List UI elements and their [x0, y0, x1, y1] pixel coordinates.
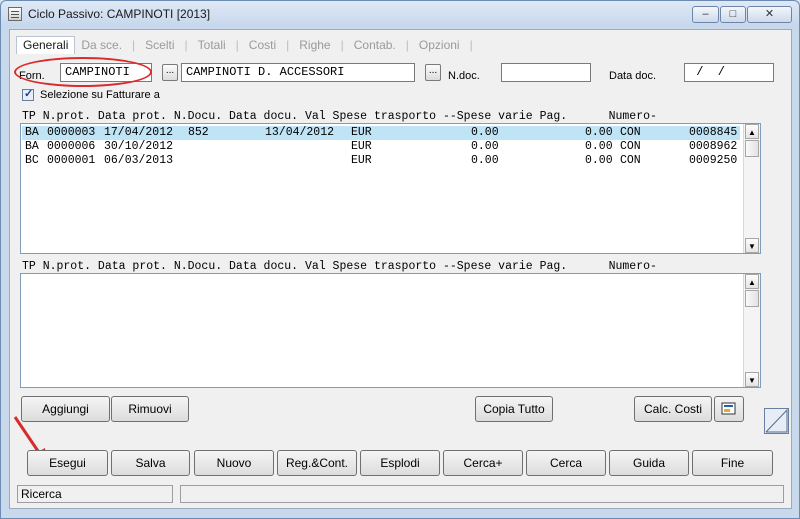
datadoc-label: Data doc. [609, 70, 657, 82]
tab-scelti[interactable]: Scelti [139, 38, 180, 52]
report-icon-button[interactable] [714, 396, 744, 422]
report-icon [721, 402, 736, 415]
fatturare-checkbox[interactable]: ✓ [22, 88, 34, 101]
reg-cont-button[interactable]: Reg.&Cont. [277, 450, 357, 476]
esegui-button[interactable]: Esegui [27, 450, 108, 476]
rimuovi-button[interactable]: Rimuovi [111, 396, 189, 422]
datadoc-field[interactable]: / / [684, 63, 774, 82]
scroll-up-icon[interactable]: ▲ [745, 124, 759, 139]
scroll-down-icon[interactable]: ▼ [745, 372, 759, 387]
forn-name-field[interactable]: CAMPINOTI D. ACCESSORI [181, 63, 415, 82]
ndoc-label: N.doc. [448, 70, 480, 82]
close-button[interactable]: ✕ [747, 6, 792, 23]
top-grid-header: TP N.prot. Data prot. N.Docu. Data docu.… [22, 110, 657, 123]
scroll-down-icon[interactable]: ▼ [745, 238, 759, 253]
salva-button[interactable]: Salva [111, 450, 190, 476]
scroll-thumb[interactable] [745, 140, 759, 157]
bottom-grid-header: TP N.prot. Data prot. N.Docu. Data docu.… [22, 260, 657, 273]
calc-costi-button[interactable]: Calc. Costi [634, 396, 712, 422]
tab-bar: Generali Da sce. | Scelti | Totali | Cos… [16, 36, 477, 54]
bottom-grid[interactable]: ▲ ▼ [20, 273, 761, 388]
table-row[interactable]: BA 0000006 30/10/2012 EUR 0.00 0.00 CON … [22, 140, 740, 154]
cerca-plus-button[interactable]: Cerca+ [443, 450, 523, 476]
guida-button[interactable]: Guida [609, 450, 689, 476]
tab-costi[interactable]: Costi [243, 38, 282, 52]
top-grid-scrollbar[interactable]: ▲ ▼ [743, 124, 760, 253]
minimize-button[interactable]: – [692, 6, 719, 23]
forn-lookup-button[interactable]: ... [162, 64, 178, 81]
fine-button[interactable]: Fine [692, 450, 773, 476]
tab-generali[interactable]: Generali [16, 36, 76, 54]
scroll-thumb[interactable] [745, 290, 759, 307]
tab-totali[interactable]: Totali [192, 38, 232, 52]
top-grid[interactable]: BA 0000003 17/04/2012 852 13/04/2012 EUR… [20, 123, 761, 254]
tab-da-sce[interactable]: Da sce. [75, 38, 128, 52]
title-bar[interactable]: Ciclo Passivo: CAMPINOTI [2013] – □ ✕ [1, 1, 799, 27]
maximize-button[interactable]: □ [720, 6, 746, 23]
esplodi-button[interactable]: Esplodi [360, 450, 440, 476]
checkmark-icon: ✓ [24, 88, 34, 100]
app-icon [8, 7, 22, 21]
tab-righe[interactable]: Righe [293, 38, 336, 52]
nuovo-button[interactable]: Nuovo [194, 450, 274, 476]
copia-tutto-button[interactable]: Copia Tutto [475, 396, 553, 422]
cerca-button[interactable]: Cerca [526, 450, 606, 476]
resize-corner-icon[interactable] [764, 408, 789, 434]
tab-contab[interactable]: Contab. [348, 38, 402, 52]
status-left: Ricerca [17, 485, 173, 503]
table-row[interactable]: BC 0000001 06/03/2013 EUR 0.00 0.00 CON … [22, 154, 740, 168]
scroll-up-icon[interactable]: ▲ [745, 274, 759, 289]
ndoc-field[interactable] [501, 63, 591, 82]
status-right [180, 485, 784, 503]
highlight-ellipse-annotation [14, 57, 152, 87]
table-row[interactable]: BA 0000003 17/04/2012 852 13/04/2012 EUR… [22, 126, 740, 140]
forn-name-lookup-button[interactable]: ... [425, 64, 441, 81]
fatturare-checkbox-label: Selezione su Fatturare a [40, 89, 160, 101]
window-title: Ciclo Passivo: CAMPINOTI [2013] [28, 7, 211, 21]
tab-opzioni[interactable]: Opzioni [413, 38, 466, 52]
application-window: Ciclo Passivo: CAMPINOTI [2013] – □ ✕ Ge… [0, 0, 800, 519]
bottom-grid-scrollbar[interactable]: ▲ ▼ [743, 274, 760, 387]
